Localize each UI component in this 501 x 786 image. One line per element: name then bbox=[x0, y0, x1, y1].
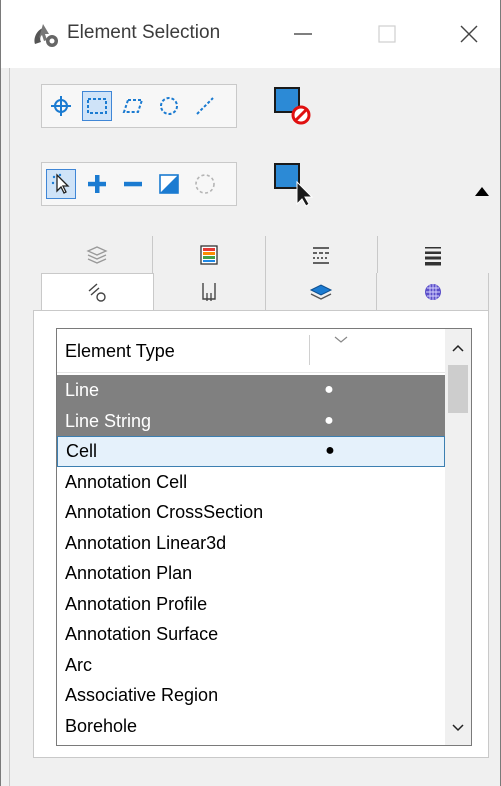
class-icon bbox=[202, 282, 216, 301]
type-icon bbox=[88, 283, 107, 302]
chevron-down-icon[interactable] bbox=[333, 335, 349, 345]
minimize-button[interactable] bbox=[283, 14, 323, 54]
block-select-icon bbox=[87, 98, 107, 114]
list-item-label: Line String bbox=[65, 410, 152, 431]
list-item[interactable]: Line ● bbox=[57, 375, 445, 406]
vertical-scrollbar[interactable] bbox=[445, 329, 471, 745]
list-item-label: Annotation Linear3d bbox=[65, 532, 227, 553]
list-item-label: Annotation Cell bbox=[65, 471, 188, 492]
list-item-label: Associative Region bbox=[65, 685, 219, 705]
line-style-icon bbox=[313, 246, 330, 264]
tab-weight[interactable] bbox=[378, 236, 489, 273]
selection-method-toolbar bbox=[41, 84, 237, 128]
list-item-label: Cell bbox=[66, 441, 98, 461]
scroll-up-button[interactable] bbox=[445, 333, 471, 363]
chevron-down-icon bbox=[452, 724, 464, 732]
collapse-arrow-icon[interactable] bbox=[473, 184, 491, 198]
list-item[interactable]: Associative Region bbox=[57, 680, 445, 711]
selection-mode-toolbar bbox=[41, 162, 237, 206]
list-item-label: Annotation Plan bbox=[65, 563, 193, 583]
list-item[interactable]: Borehole bbox=[57, 711, 445, 742]
window-title: Element Selection bbox=[67, 22, 221, 43]
list-item-label: Annotation Profile bbox=[65, 593, 208, 614]
shape-select-tool[interactable] bbox=[118, 91, 148, 121]
window-left-edge bbox=[1, 68, 10, 786]
list-item[interactable]: Arc bbox=[57, 650, 445, 681]
tab-element-type[interactable] bbox=[41, 273, 154, 310]
circle-select-icon bbox=[160, 97, 178, 115]
list-item[interactable]: Cell ● bbox=[57, 436, 445, 467]
select-all-button[interactable] bbox=[269, 160, 314, 207]
list-item[interactable]: Line String ● bbox=[57, 405, 445, 436]
circle-select-tool[interactable] bbox=[154, 91, 184, 121]
column-header-element-type[interactable]: Element Type bbox=[65, 341, 175, 362]
clear-icon bbox=[195, 174, 215, 194]
weight-icon bbox=[425, 246, 442, 265]
maximize-icon bbox=[378, 25, 396, 43]
template-icon bbox=[309, 283, 332, 300]
select-all-icon bbox=[274, 163, 314, 207]
list-item-label: Borehole bbox=[65, 715, 138, 736]
crosshair-icon bbox=[51, 96, 71, 116]
clear-tool[interactable] bbox=[190, 169, 220, 199]
clear-selection-icon bbox=[274, 87, 311, 125]
list-item-label: Line bbox=[65, 380, 100, 400]
crosshair-tool[interactable] bbox=[46, 91, 76, 121]
list-item[interactable]: Annotation CrossSection bbox=[57, 497, 445, 528]
color-icon bbox=[200, 244, 218, 265]
element-selection-window: Element Selection Element Type Line ● Li… bbox=[0, 0, 501, 786]
tab-material[interactable] bbox=[377, 273, 489, 310]
new-selection-tool[interactable] bbox=[46, 169, 76, 199]
list-item[interactable]: Annotation Cell bbox=[57, 467, 445, 498]
new-selection-icon bbox=[51, 173, 70, 194]
invert-tool[interactable] bbox=[154, 169, 184, 199]
block-select-tool[interactable] bbox=[82, 91, 112, 121]
list-header: Element Type bbox=[57, 329, 445, 373]
tab-line-style[interactable] bbox=[266, 236, 378, 273]
tab-template[interactable] bbox=[266, 273, 378, 310]
line-select-tool[interactable] bbox=[190, 91, 220, 121]
tab-class[interactable] bbox=[154, 273, 266, 310]
selected-marker-icon: ● bbox=[324, 411, 334, 429]
add-tool[interactable] bbox=[82, 169, 112, 199]
element-type-list[interactable]: Element Type Line ● Line String ● Cell ● Annot… bbox=[56, 328, 472, 746]
line-select-icon bbox=[196, 97, 214, 115]
selected-marker-icon: ● bbox=[325, 442, 335, 459]
filter-tabs-row-1 bbox=[41, 236, 489, 273]
minimize-icon bbox=[294, 33, 312, 35]
list-item-label: Annotation CrossSection bbox=[65, 502, 264, 522]
tab-levels[interactable] bbox=[41, 236, 154, 273]
list-item[interactable]: Annotation Profile bbox=[57, 589, 445, 620]
selected-marker-icon: ● bbox=[324, 381, 334, 398]
list-item[interactable]: Annotation Plan bbox=[57, 558, 445, 589]
tab-color[interactable] bbox=[153, 236, 266, 273]
list-item-label: Annotation Surface bbox=[65, 624, 219, 644]
close-icon bbox=[460, 25, 478, 43]
filter-tabs-row-2 bbox=[41, 273, 489, 310]
subtract-icon bbox=[124, 181, 142, 187]
clear-selection-button[interactable] bbox=[269, 84, 313, 128]
list-item[interactable]: Annotation Surface bbox=[57, 619, 445, 650]
chevron-up-icon bbox=[452, 344, 464, 352]
levels-icon bbox=[86, 245, 108, 264]
scrollbar-thumb[interactable] bbox=[448, 365, 468, 413]
close-button[interactable] bbox=[449, 14, 489, 54]
title-bar: Element Selection bbox=[1, 0, 500, 68]
list-rows: Line ● Line String ● Cell ● Annotation Cell Ann… bbox=[57, 375, 445, 741]
maximize-button[interactable] bbox=[367, 14, 407, 54]
subtract-tool[interactable] bbox=[118, 169, 148, 199]
shape-select-icon bbox=[122, 99, 144, 113]
add-icon bbox=[88, 175, 106, 193]
header-divider bbox=[309, 335, 310, 365]
list-item-label: Arc bbox=[65, 654, 92, 675]
invert-icon bbox=[159, 174, 179, 194]
scroll-down-button[interactable] bbox=[445, 713, 471, 743]
selection-tool-app-icon bbox=[34, 24, 58, 47]
list-item[interactable]: Annotation Linear3d bbox=[57, 528, 445, 559]
material-icon bbox=[424, 283, 441, 300]
